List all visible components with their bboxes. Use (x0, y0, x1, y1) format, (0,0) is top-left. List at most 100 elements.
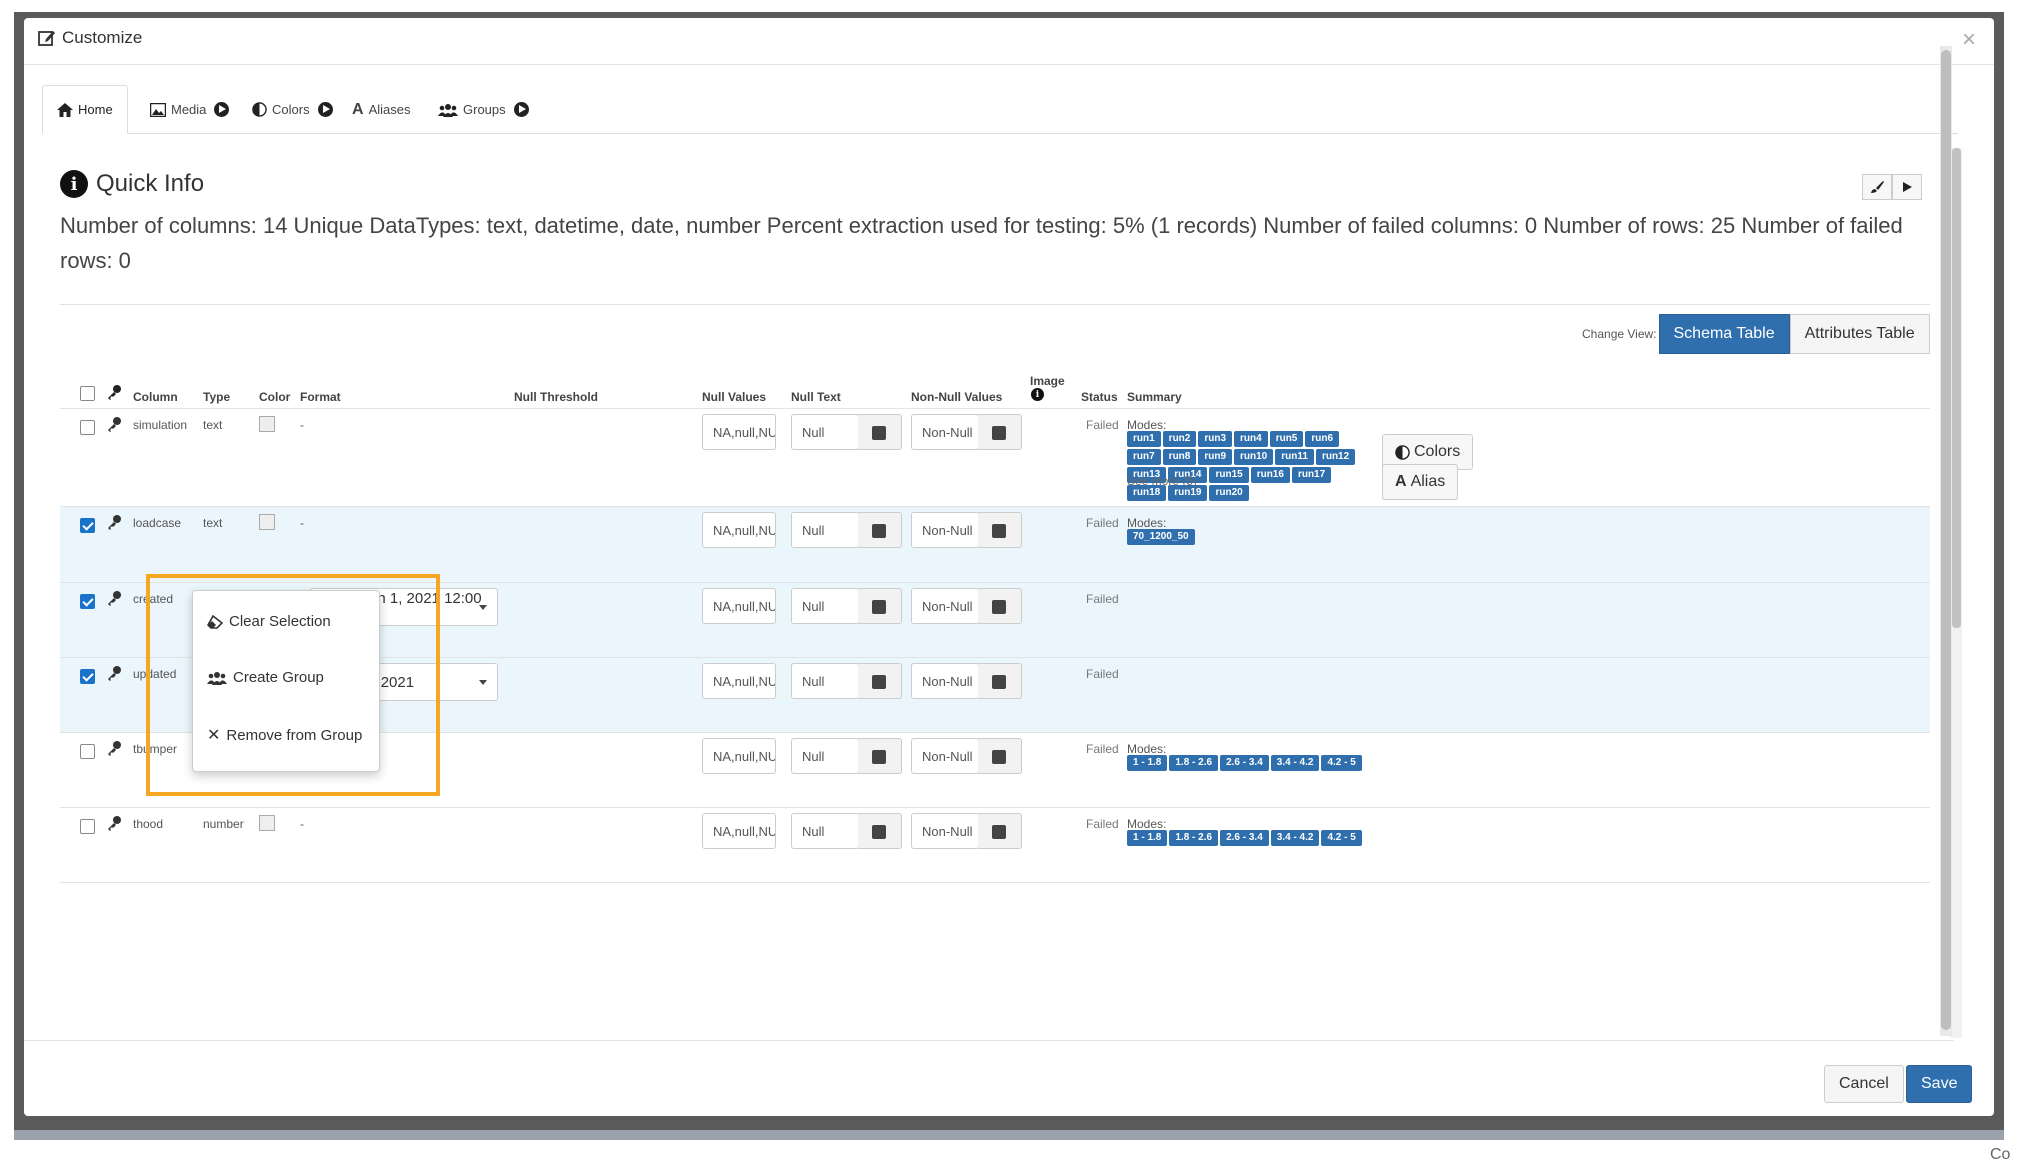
key-icon[interactable] (106, 590, 122, 606)
color-swatch[interactable] (259, 416, 275, 432)
null-color-button[interactable] (858, 738, 902, 774)
paint-brush-button[interactable] (1862, 174, 1892, 200)
select-all-checkbox[interactable] (80, 386, 95, 401)
null-color-button[interactable] (858, 512, 902, 548)
non-null-color-button[interactable] (978, 663, 1022, 699)
non-null-input[interactable]: Non-Null (911, 738, 979, 774)
row-checkbox[interactable] (80, 744, 95, 759)
tab-home[interactable]: Home (42, 85, 128, 134)
column-type: text (203, 516, 223, 530)
column-format: - (300, 418, 304, 432)
non-null-color-button[interactable] (978, 813, 1022, 849)
divider (60, 304, 1930, 305)
attributes-table-button[interactable]: Attributes Table (1789, 314, 1930, 354)
row-checkbox[interactable] (80, 819, 95, 834)
alias-button[interactable]: A Alias (1382, 464, 1459, 500)
mode-tag[interactable]: 70_1200_50 (1127, 529, 1195, 545)
mode-tag[interactable]: run11 (1275, 449, 1314, 465)
row-checkbox[interactable] (80, 594, 95, 609)
status-text: Failed (1086, 817, 1119, 831)
non-null-input[interactable]: Non-Null (911, 414, 979, 450)
mode-tag[interactable]: run20 (1209, 485, 1249, 501)
mode-tag[interactable]: 2.6 - 3.4 (1220, 755, 1269, 771)
color-swatch[interactable] (259, 514, 275, 530)
mode-tag[interactable]: run17 (1291, 467, 1332, 483)
non-null-input[interactable]: Non-Null (911, 813, 979, 849)
mode-tag[interactable]: 3.4 - 4.2 (1270, 755, 1320, 771)
key-icon[interactable] (106, 514, 122, 530)
tab-colors[interactable]: Colors (238, 85, 347, 134)
mode-tag[interactable]: run15 (1209, 467, 1249, 483)
mode-tag[interactable]: run7 (1127, 449, 1161, 465)
null-values-input[interactable]: NA,null,NU (702, 588, 776, 624)
key-icon[interactable] (106, 740, 122, 756)
mode-tag[interactable]: run8 (1162, 449, 1197, 465)
null-values-input[interactable]: NA,null,NU (702, 512, 776, 548)
play-circle-icon (317, 102, 333, 117)
close-button[interactable]: × (1962, 26, 1976, 54)
row-checkbox[interactable] (80, 669, 95, 684)
modal-footer: Cancel Save (24, 1040, 1973, 1116)
non-null-input[interactable]: Non-Null (911, 663, 979, 699)
null-text-input[interactable]: Null (791, 813, 859, 849)
null-color-button[interactable] (858, 663, 902, 699)
mode-tag[interactable]: run4 (1234, 431, 1268, 447)
mode-tag[interactable]: 2.6 - 3.4 (1220, 830, 1269, 846)
null-text-input[interactable]: Null (791, 414, 859, 450)
tab-aliases[interactable]: A Aliases (338, 85, 424, 134)
key-icon[interactable] (106, 416, 122, 432)
schema-table-button[interactable]: Schema Table (1658, 314, 1790, 354)
tab-media[interactable]: Media (136, 85, 243, 134)
cancel-button[interactable]: Cancel (1824, 1065, 1904, 1103)
mode-tag[interactable]: run2 (1162, 431, 1197, 447)
mode-tag[interactable]: 1.8 - 2.6 (1169, 755, 1219, 771)
column-type: text (203, 418, 223, 432)
mode-tag[interactable]: 1.8 - 2.6 (1169, 830, 1219, 846)
outer-scrollbar-thumb[interactable] (1941, 50, 1951, 1030)
row-checkbox[interactable] (80, 420, 95, 435)
mode-tag[interactable]: run6 (1305, 431, 1340, 447)
null-values-input[interactable]: NA,null,NU (702, 813, 776, 849)
see-more-link[interactable]: See more (5) (1127, 474, 1197, 488)
mode-tag[interactable]: run16 (1250, 467, 1290, 483)
play-icon (1903, 182, 1912, 192)
non-null-color-button[interactable] (978, 512, 1022, 548)
non-null-input[interactable]: Non-Null (911, 512, 979, 548)
null-text-input[interactable]: Null (791, 738, 859, 774)
tab-groups[interactable]: Groups (424, 85, 543, 134)
null-text-input[interactable]: Null (791, 663, 859, 699)
mode-tag[interactable]: run3 (1198, 431, 1233, 447)
non-null-input[interactable]: Non-Null (911, 588, 979, 624)
non-null-color-button[interactable] (978, 738, 1022, 774)
key-icon[interactable] (106, 815, 122, 831)
modes-tags: 1 - 1.8 1.8 - 2.6 2.6 - 3.4 3.4 - 4.2 4.2 - … (1127, 830, 1387, 846)
inner-scrollbar-thumb[interactable] (1952, 148, 1961, 628)
mode-tag[interactable]: 1 - 1.8 (1127, 755, 1168, 771)
null-color-button[interactable] (858, 414, 902, 450)
mode-tag[interactable]: run10 (1234, 449, 1274, 465)
row-checkbox[interactable] (80, 518, 95, 533)
key-icon[interactable] (106, 665, 122, 681)
null-text-input[interactable]: Null (791, 588, 859, 624)
null-values-input[interactable]: NA,null,NU (702, 663, 776, 699)
mode-tag[interactable]: 3.4 - 4.2 (1270, 830, 1320, 846)
null-color-button[interactable] (858, 813, 902, 849)
mode-tag[interactable]: 4.2 - 5 (1321, 830, 1362, 846)
null-text-input[interactable]: Null (791, 512, 859, 548)
null-color-button[interactable] (858, 588, 902, 624)
non-null-color-button[interactable] (978, 588, 1022, 624)
info-circle-icon: i (1031, 388, 1044, 401)
play-button[interactable] (1892, 174, 1922, 200)
color-swatch[interactable] (259, 815, 275, 831)
mode-tag[interactable]: 4.2 - 5 (1321, 755, 1362, 771)
mode-tag[interactable]: 1 - 1.8 (1127, 830, 1168, 846)
mode-tag[interactable]: run1 (1127, 431, 1161, 447)
null-values-input[interactable]: NA,null,NU (702, 738, 776, 774)
non-null-color-button[interactable] (978, 414, 1022, 450)
mode-tag[interactable]: run5 (1269, 431, 1304, 447)
column-name: thood (133, 817, 164, 831)
mode-tag[interactable]: run12 (1315, 449, 1356, 465)
mode-tag[interactable]: run9 (1198, 449, 1233, 465)
save-button[interactable]: Save (1906, 1065, 1973, 1103)
null-values-input[interactable]: NA,null,NU (702, 414, 776, 450)
